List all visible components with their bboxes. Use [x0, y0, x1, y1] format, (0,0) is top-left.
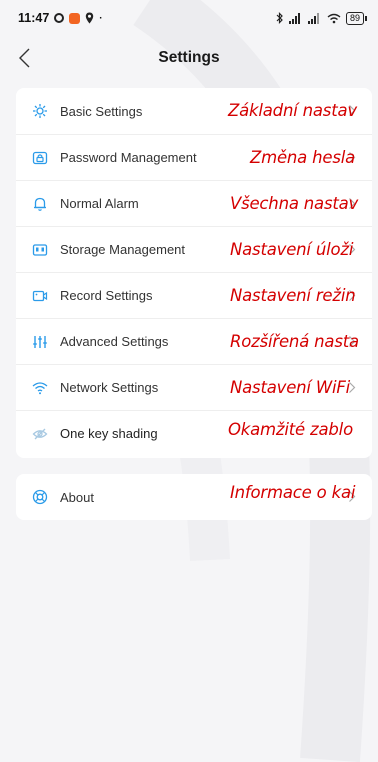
menu-item-label: Storage Management	[60, 242, 186, 257]
menu-item-normal-alarm[interactable]: Normal Alarm Všechna nastav	[16, 180, 372, 226]
status-circle-icon	[54, 13, 65, 23]
menu-item-record-settings[interactable]: Record Settings Nastavení režin	[16, 272, 372, 318]
translation-overlay: Všechna nastav	[230, 194, 359, 213]
menu-item-password-management[interactable]: Password Management Změna hesla	[16, 134, 372, 180]
menu-item-label: About	[60, 489, 94, 505]
menu-item-about[interactable]: About Informace o kai	[16, 474, 372, 520]
menu-item-basic-settings[interactable]: Basic Settings Základní nastav	[16, 88, 372, 134]
wifi-status-icon	[327, 13, 341, 23]
record-icon	[32, 290, 48, 301]
settings-list: Basic Settings Základní nastav Password …	[16, 88, 372, 458]
menu-item-one-key-shading[interactable]: One key shading Okamžité zablo	[16, 410, 372, 456]
menu-item-advanced-settings[interactable]: Advanced Settings Rozšířená nasta	[16, 318, 372, 364]
header: Settings	[0, 36, 378, 80]
about-icon	[32, 489, 48, 505]
wifi-icon	[32, 381, 48, 394]
menu-item-network-settings[interactable]: Network Settings Nastavení WiFi	[16, 364, 372, 410]
menu-item-storage-management[interactable]: Storage Management Nastavení úloži	[16, 226, 372, 272]
translation-overlay: Informace o kai	[230, 483, 356, 502]
bell-icon	[34, 197, 46, 211]
status-app-icon	[69, 12, 81, 24]
translation-overlay: Nastavení úloži	[230, 240, 354, 259]
menu-item-label: Password Management	[60, 150, 197, 165]
translation-overlay: Nastavení WiFi	[230, 378, 351, 397]
translation-overlay: Nastavení režin	[230, 286, 356, 305]
menu-item-label: Record Settings	[60, 288, 153, 303]
status-bar: 11:47 · 89	[0, 0, 378, 36]
menu-item-label: One key shading	[60, 426, 158, 441]
menu-item-label: Network Settings	[60, 380, 159, 395]
menu-item-label: Normal Alarm	[60, 196, 139, 211]
about-card: About Informace o kai	[16, 474, 372, 520]
translation-overlay: Okamžité zablo	[228, 420, 353, 439]
bluetooth-icon	[276, 12, 283, 24]
storage-icon	[32, 243, 48, 256]
gear-icon	[33, 104, 47, 118]
menu-item-label: Advanced Settings	[60, 334, 169, 349]
password-icon	[32, 151, 48, 164]
back-arrow-icon[interactable]	[16, 46, 36, 70]
eye-off-icon	[32, 428, 48, 439]
signal-icon	[288, 12, 300, 24]
translation-overlay: Rozšířená nasta	[230, 332, 359, 351]
status-time: 11:47	[18, 11, 50, 25]
translation-overlay: Základní nastav	[228, 101, 357, 120]
menu-item-label: Basic Settings	[60, 103, 143, 119]
signal-icon-2	[307, 12, 319, 24]
status-dot-icon: ·	[99, 12, 103, 24]
translation-overlay: Změna hesla	[250, 148, 356, 167]
location-icon	[86, 12, 94, 24]
battery-indicator: 89	[345, 11, 368, 25]
sliders-icon	[33, 335, 47, 348]
page-title: Settings	[158, 49, 220, 66]
